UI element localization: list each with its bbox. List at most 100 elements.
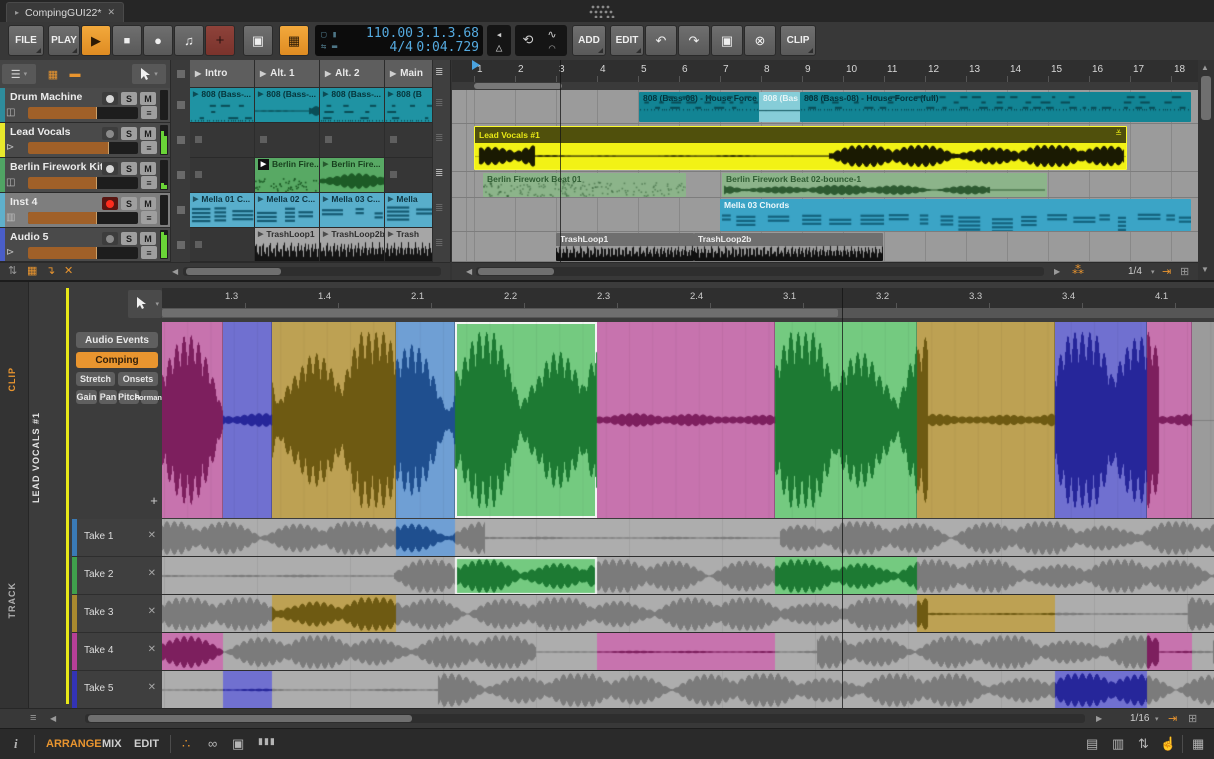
scene-alt-header-icon[interactable]: ≣ (435, 67, 443, 78)
track-menu-button[interactable]: ≡ (141, 211, 157, 224)
track-header-berlin-firework-kit[interactable]: Berlin Firework KitSM◫≡ (0, 158, 170, 193)
follow-playback-icon[interactable]: ↴ (46, 264, 55, 277)
track-header-drum-machine[interactable]: Drum MachineSM◫≡ (0, 88, 170, 123)
take-lane-take-4[interactable] (162, 633, 1214, 671)
record-arm-button[interactable] (102, 92, 118, 105)
scene-header-alt-1[interactable]: ▶Alt. 1 (255, 60, 320, 88)
stop-all-clips-icon[interactable]: ✕ (64, 264, 73, 277)
scroll-down-icon[interactable]: ▼ (1201, 265, 1209, 274)
stop-all-scenes-button[interactable] (177, 70, 185, 78)
take-remove-icon[interactable]: ✕ (148, 644, 156, 655)
tempo-value[interactable]: 110.00 (366, 27, 413, 41)
take-remove-icon[interactable]: ✕ (148, 606, 156, 617)
clip-play-icon[interactable]: ▶ (258, 195, 263, 203)
comp-segment-take-5[interactable] (1055, 322, 1147, 518)
clip-play-icon[interactable]: ▶ (323, 195, 328, 203)
audio-events-button[interactable]: Audio Events (76, 332, 158, 348)
editor-snap-value[interactable]: 1/16 (1130, 713, 1149, 724)
track-header-inst-4[interactable]: Inst 4SM▥≡ (0, 193, 170, 228)
clip-play-icon[interactable]: ▶ (323, 160, 328, 168)
launcher-hscroll-thumb[interactable] (186, 268, 281, 275)
play-button[interactable]: ▶ (81, 25, 111, 56)
track-header-lead-vocals[interactable]: Lead VocalsSM⊳≡ (0, 123, 170, 158)
record-arm-button[interactable] (102, 232, 118, 245)
clip-play-icon[interactable]: ▶ (388, 90, 393, 98)
shuffle-icon[interactable]: ⇆ ▬ (321, 41, 337, 53)
volume-fader[interactable] (28, 107, 138, 119)
arranger-clip-trashloop1[interactable]: TrashLoop1 (556, 233, 694, 261)
clip-grid-icon[interactable]: ▦ (27, 264, 37, 277)
stop-track-clips-button[interactable] (177, 101, 185, 109)
automation-curve-icon[interactable]: ⌒ (549, 41, 556, 54)
display-profile-button[interactable]: ▣ (243, 25, 273, 56)
launcher-clip-berlin-fire[interactable]: ▶Berlin Fire... (320, 158, 385, 193)
editor-cursor-tool-button[interactable]: ▾ (128, 290, 162, 318)
comp-mode-icon[interactable]: ⁂ (1072, 263, 1084, 277)
onsets-button[interactable]: Onsets (118, 372, 158, 386)
arranger-clip-808-bass-08-house-force[interactable]: 808 (Bass-08) - House Force ( (639, 92, 759, 122)
launcher-hscrollbar[interactable] (183, 267, 441, 276)
take-lane-take-1[interactable] (162, 519, 1214, 557)
solo-button[interactable]: S (121, 92, 137, 105)
take-label-take-5[interactable]: Take 5✕ (72, 671, 162, 709)
track-sort-menu-button[interactable]: ☰ ▾ (2, 64, 36, 84)
project-tab[interactable]: ▸ CompingGUI22* ✕ (6, 2, 124, 22)
controller-button[interactable]: ▦ (279, 25, 309, 56)
play-menu-button[interactable]: PLAY (48, 25, 80, 56)
editor-hscrollbar[interactable] (85, 714, 1085, 723)
arranger-clip-trashloop2b[interactable]: TrashLoop2b (694, 233, 883, 261)
take-remove-icon[interactable]: ✕ (148, 568, 156, 579)
take-region-take-5[interactable] (223, 671, 272, 709)
launcher-empty-slot[interactable] (190, 228, 255, 262)
editor-hscroll-thumb[interactable] (88, 715, 412, 722)
track-height-icon[interactable]: ⇅ (8, 264, 17, 277)
touch-panel-icon[interactable]: ☝ (1160, 736, 1176, 752)
record-arm-button[interactable] (102, 127, 118, 140)
scroll-right-icon[interactable]: ▶ (1096, 714, 1102, 723)
take-region-take-4[interactable] (162, 633, 223, 671)
scene-alt-row-icon[interactable]: ≣ (435, 98, 443, 109)
launcher-clip-trash[interactable]: ▶Trash (385, 228, 433, 262)
clip-play-icon[interactable]: ▶ (323, 90, 328, 98)
take-region-take-3[interactable] (917, 595, 1055, 633)
metronome-icon[interactable]: △ (496, 41, 503, 54)
take-lane-take-2[interactable] (162, 557, 1214, 595)
arranger-view-button[interactable]: ▬ (66, 64, 84, 84)
mute-button[interactable]: M (140, 92, 156, 105)
take-label-take-2[interactable]: Take 2✕ (72, 557, 162, 595)
snap-to-grid-icon[interactable]: ⇥ (1168, 712, 1177, 725)
position-value[interactable]: 3.1.3.68 (416, 27, 479, 41)
loop-content-icon[interactable]: ▢ ▮ (321, 29, 337, 41)
launcher-clip-trashloop1[interactable]: ▶TrashLoop1 (255, 228, 320, 262)
editor-ruler[interactable]: 1.31.42.12.22.32.43.13.23.33.44.1 (162, 288, 1214, 308)
volume-fader[interactable] (28, 177, 138, 189)
cursor-tool-button[interactable]: ▾ (132, 64, 166, 84)
clip-play-icon[interactable]: ▶ (193, 90, 198, 98)
comp-segment-take-2[interactable] (775, 322, 917, 518)
solo-button[interactable]: S (121, 197, 137, 210)
track-menu-button[interactable]: ≡ (141, 246, 157, 259)
clip-play-icon[interactable]: ▶ (388, 195, 393, 203)
piano-panel-icon[interactable]: ▦ (1192, 736, 1204, 752)
launcher-clip-berlin-fire[interactable]: ▶Berlin Fire... (255, 158, 320, 193)
groove-button[interactable]: ♫ (174, 25, 204, 56)
gain-button[interactable]: Gain (76, 390, 97, 404)
launcher-clip-mella-01-c[interactable]: ▶Mella 01 C... (190, 193, 255, 228)
arranger-lane-berlin[interactable]: Berlin Firework Beat 01Berlin Firework B… (452, 172, 1198, 198)
scene-play-icon[interactable]: ▶ (390, 69, 396, 78)
mute-button[interactable]: M (140, 197, 156, 210)
scroll-left-icon[interactable]: ◀ (50, 714, 56, 723)
arranger-vscroll-thumb[interactable] (1201, 76, 1211, 120)
view-mix-button[interactable]: MIX (102, 738, 122, 750)
volume-fader[interactable] (28, 142, 138, 154)
arranger-clip-808-bas[interactable]: 808 (Bas (759, 92, 800, 122)
arranger-clip-berlin-firework-beat-01[interactable]: Berlin Firework Beat 01 (483, 173, 686, 197)
arranger-zoom-bar[interactable] (452, 82, 1198, 90)
track-header-audio-5[interactable]: Audio 5SM⊳≡ (0, 228, 170, 262)
take-remove-icon[interactable]: ✕ (148, 530, 156, 541)
view-edit-button[interactable]: EDIT (134, 738, 159, 750)
tab-clip[interactable]: CLIP (7, 367, 17, 392)
editor-zoom-range[interactable] (162, 309, 838, 317)
stop-button[interactable]: ■ (112, 25, 142, 56)
record-arm-button[interactable] (102, 162, 118, 175)
